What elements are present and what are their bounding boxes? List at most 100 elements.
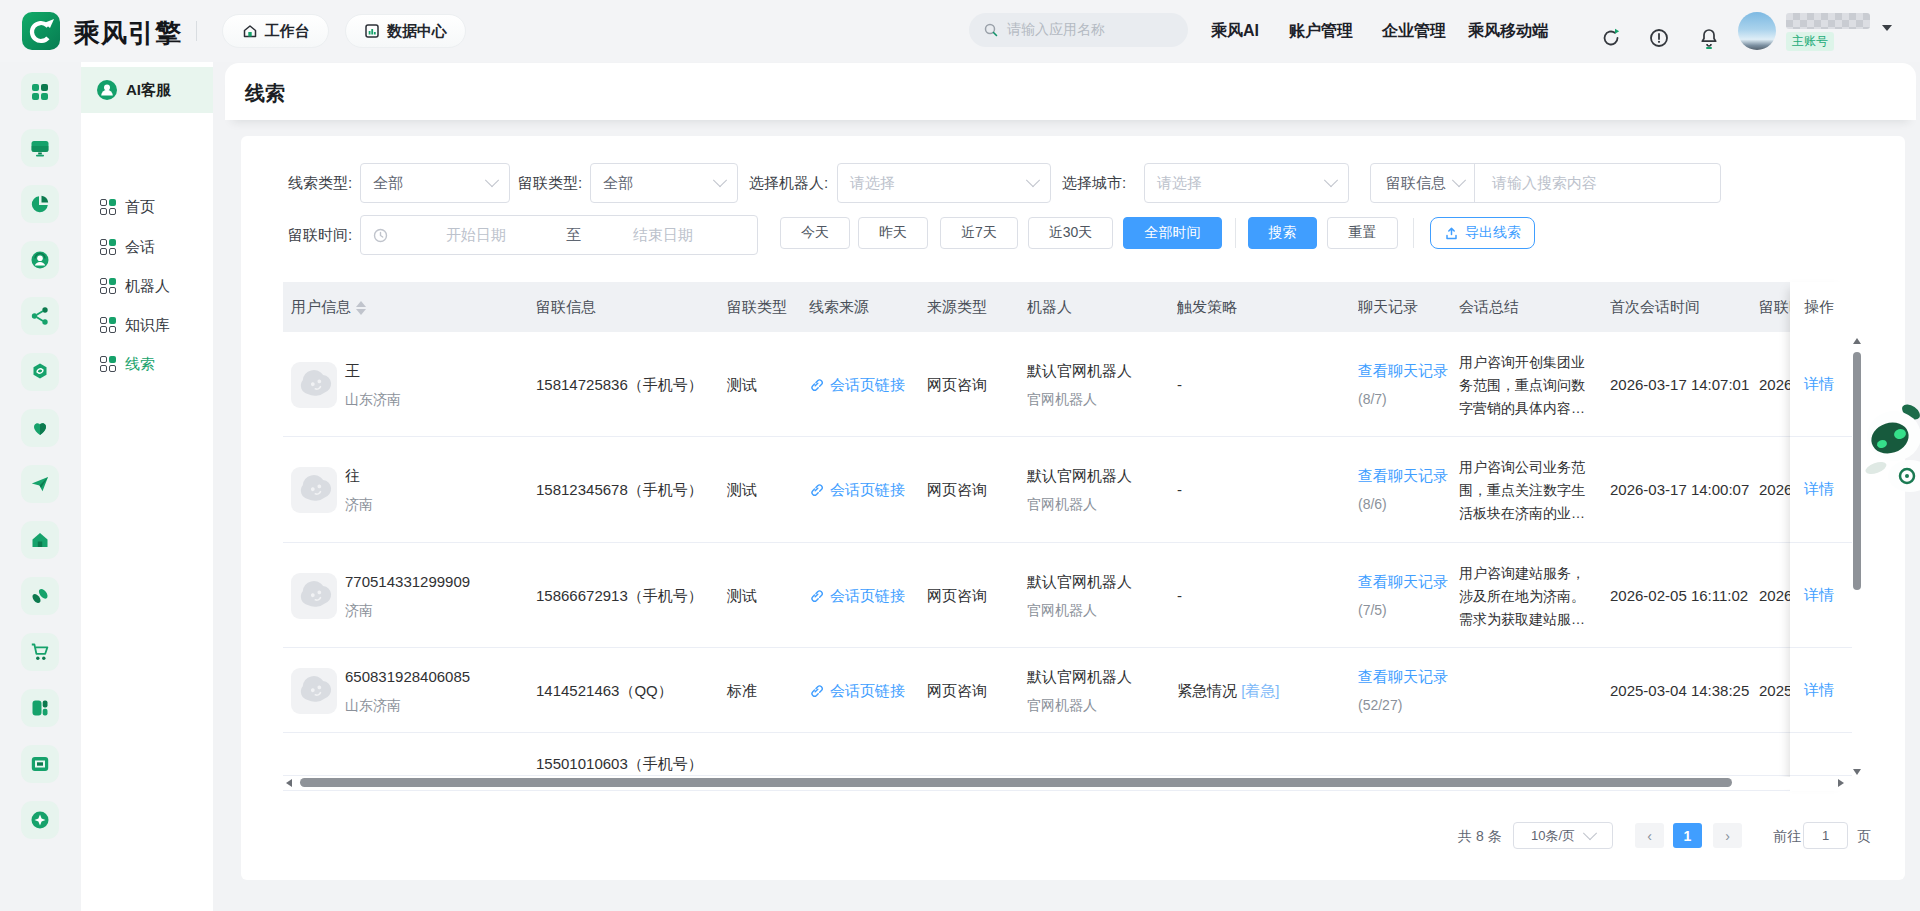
vertical-scroll-thumb[interactable] [1853, 352, 1861, 590]
quick-30days-button[interactable]: 近30天 [1028, 217, 1113, 249]
info-field-select[interactable]: 留联信息 [1371, 164, 1474, 202]
scroll-left-arrow[interactable] [286, 779, 292, 787]
robot-sub: 官网机器人 [1027, 697, 1097, 715]
table-body: 王山东济南15814725836（手机号）测试会话页链接网页咨询默认官网机器人官… [283, 332, 1852, 791]
contact-type-select[interactable]: 全部 [590, 163, 738, 203]
strategy-tag: [着急] [1241, 682, 1279, 699]
rail-cart-button[interactable] [21, 633, 59, 671]
col-user-info[interactable]: 用户信息 [291, 282, 366, 332]
first-session-time: 2026-02-05 16:11:02 [1610, 587, 1748, 604]
workbench-button[interactable]: 工作台 [222, 14, 329, 48]
sidebar-item-sessions[interactable]: 会话 [81, 227, 213, 267]
rail-dashboard-button[interactable] [21, 73, 59, 111]
session-summary: 用户咨询建站服务，涉及所在地为济南。需求为获取建站服… [1459, 562, 1585, 631]
view-chat-link[interactable]: 查看聊天记录 [1358, 668, 1448, 687]
sidebar-item-home[interactable]: 首页 [81, 187, 213, 227]
view-chat-link[interactable]: 查看聊天记录 [1358, 467, 1448, 486]
chat-count: (8/6) [1358, 496, 1387, 512]
rail-pie-chart-button[interactable] [21, 185, 59, 223]
sidebar-item-knowledge[interactable]: 知识库 [81, 305, 213, 345]
data-center-button[interactable]: 数据中心 [345, 14, 466, 48]
next-page-button[interactable]: › [1713, 823, 1742, 848]
prev-page-button[interactable]: ‹ [1635, 823, 1664, 848]
visitor-location: 济南 [345, 496, 373, 514]
robot-mascot[interactable] [1862, 398, 1920, 493]
rail-support-agent-button[interactable] [21, 241, 59, 279]
session-page-link[interactable]: 会话页链接 [809, 587, 905, 606]
view-chat-link[interactable]: 查看聊天记录 [1358, 573, 1448, 592]
refresh-icon[interactable] [1600, 27, 1622, 49]
col-chat-record: 聊天记录 [1358, 282, 1418, 332]
horizontal-scrollbar[interactable] [283, 777, 1852, 789]
contact-type-label: 留联类型: [518, 163, 582, 203]
user-menu-caret-icon[interactable] [1882, 25, 1892, 31]
scroll-up-arrow[interactable] [1853, 338, 1861, 344]
monitor-icon [30, 138, 50, 158]
detail-link[interactable]: 详情 [1804, 480, 1834, 499]
nav-chengfeng-ai[interactable]: 乘风AI [1211, 0, 1259, 62]
source-type: 网页咨询 [927, 682, 987, 701]
rail-paper-plane-button[interactable] [21, 465, 59, 503]
rail-monitor-button[interactable] [21, 129, 59, 167]
date-range-picker[interactable]: 开始日期 至 结束日期 [360, 215, 758, 255]
page-unit: 页 [1857, 828, 1871, 846]
view-chat-link[interactable]: 查看聊天记录 [1358, 362, 1448, 381]
nav-account-mgmt[interactable]: 账户管理 [1289, 0, 1353, 62]
clock-icon [373, 228, 388, 243]
detail-link[interactable]: 详情 [1804, 375, 1834, 394]
quick-alltime-button[interactable]: 全部时间 [1123, 217, 1222, 249]
nav-mobile[interactable]: 乘风移动端 [1468, 0, 1548, 62]
rail-home-button[interactable] [21, 521, 59, 559]
sidebar-app-header[interactable]: AI客服 [81, 67, 213, 113]
nav-enterprise-mgmt[interactable]: 企业管理 [1382, 0, 1446, 62]
reset-button[interactable]: 重置 [1327, 217, 1398, 249]
link-icon [809, 482, 824, 497]
rail-chat-sync-button[interactable] [21, 353, 59, 391]
quick-7days-button[interactable]: 近7天 [940, 217, 1018, 249]
table-row: 650831928406085山东济南1414521463（QQ）标准会话页链接… [283, 648, 1852, 733]
sidebar-item-leads[interactable]: 线索 [81, 344, 213, 384]
ai-service-icon [96, 79, 118, 101]
page-1-button[interactable]: 1 [1673, 823, 1702, 848]
grid-icon [100, 199, 116, 215]
quick-yesterday-button[interactable]: 昨天 [858, 217, 928, 249]
visitor-name: 650831928406085 [345, 668, 470, 685]
session-page-link[interactable]: 会话页链接 [809, 481, 905, 500]
page-size-select[interactable]: 10条/页 [1513, 822, 1613, 849]
city-select[interactable]: 请选择 [1144, 163, 1349, 203]
sidebar-item-robots[interactable]: 机器人 [81, 266, 213, 306]
row-action: 详情 [1790, 332, 1852, 437]
bell-icon[interactable] [1698, 27, 1720, 49]
robot-name: 默认官网机器人 [1027, 467, 1132, 486]
scroll-down-arrow[interactable] [1853, 769, 1861, 775]
session-page-link[interactable]: 会话页链接 [809, 682, 905, 701]
quick-today-button[interactable]: 今天 [780, 217, 850, 249]
rail-layout-blocks-button[interactable] [21, 689, 59, 727]
vertical-scrollbar[interactable] [1852, 332, 1862, 791]
rail-leaves-button[interactable] [21, 577, 59, 615]
robot-select[interactable]: 请选择 [837, 163, 1051, 203]
contact-time-clipped: 2026 [1759, 376, 1790, 393]
info-icon[interactable] [1648, 27, 1670, 49]
sort-icon[interactable] [356, 301, 366, 315]
table-row: 往济南15812345678（手机号）测试会话页链接网页咨询默认官网机器人官网机… [283, 437, 1852, 543]
rail-heart-button[interactable] [21, 409, 59, 447]
rail-browser-window-button[interactable] [21, 745, 59, 783]
lead-type-select[interactable]: 全部 [360, 163, 510, 203]
detail-link[interactable]: 详情 [1804, 586, 1834, 605]
rail-share-button[interactable] [21, 297, 59, 335]
app-search-input[interactable]: 请输入应用名称 [969, 13, 1188, 47]
session-page-link[interactable]: 会话页链接 [809, 376, 905, 395]
brand-name: 乘风引擎 [74, 16, 182, 51]
page-title: 线索 [245, 80, 285, 107]
scroll-right-arrow[interactable] [1838, 779, 1844, 787]
horizontal-scroll-thumb[interactable] [300, 778, 1732, 787]
user-avatar[interactable] [1738, 12, 1776, 50]
search-button[interactable]: 搜索 [1248, 217, 1317, 249]
detail-link[interactable]: 详情 [1804, 681, 1834, 700]
export-leads-button[interactable]: 导出线索 [1430, 217, 1535, 249]
goto-page-input[interactable]: 1 [1803, 822, 1848, 849]
rail-coin-star-button[interactable] [21, 801, 59, 839]
info-search-input[interactable]: 请输入搜索内容 [1475, 174, 1597, 193]
session-summary: 用户咨询开创集团业务范围，重点询问数字营销的具体内容… [1459, 351, 1585, 420]
